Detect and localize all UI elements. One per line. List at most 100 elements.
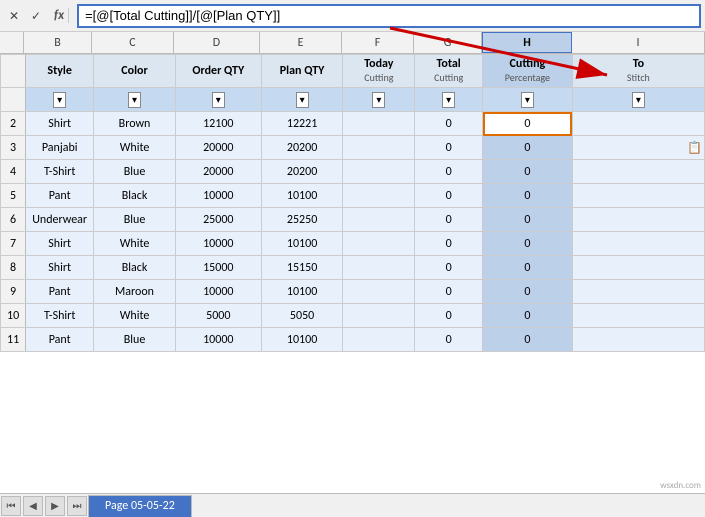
col-header-G[interactable]: G (414, 32, 482, 53)
cell-color[interactable]: Maroon (94, 280, 176, 304)
cell-order-qty[interactable]: 15000 (175, 256, 261, 280)
cell-color[interactable]: Brown (94, 112, 176, 136)
confirm-button[interactable]: ✓ (26, 6, 46, 26)
cell-total-cutting[interactable]: 0 (415, 280, 483, 304)
cell-color[interactable]: Blue (94, 208, 176, 232)
filter-style[interactable]: ▾ (26, 88, 94, 112)
col-header-B[interactable]: B (24, 32, 92, 53)
col-header-E[interactable]: E (260, 32, 342, 53)
col-header-C[interactable]: C (92, 32, 174, 53)
cell-plan-qty[interactable]: 10100 (261, 184, 343, 208)
cell-plan-qty[interactable]: 25250 (261, 208, 343, 232)
cancel-button[interactable]: ✕ (4, 6, 24, 26)
cell-cutting-pct[interactable]: 0 (483, 232, 573, 256)
cell-today-cutting[interactable] (343, 184, 415, 208)
cell-order-qty[interactable]: 10000 (175, 184, 261, 208)
cell-total-cutting[interactable]: 0 (415, 112, 483, 136)
cell-style[interactable]: Pant (26, 328, 94, 352)
cell-plan-qty[interactable]: 20200 (261, 160, 343, 184)
formula-input[interactable] (77, 4, 701, 28)
cell-to-stitch[interactable] (572, 184, 704, 208)
col-header-I[interactable]: I (572, 32, 705, 53)
cell-style[interactable]: Pant (26, 280, 94, 304)
col-header-D[interactable]: D (174, 32, 260, 53)
cell-today-cutting[interactable] (343, 256, 415, 280)
cell-today-cutting[interactable] (343, 232, 415, 256)
cell-to-stitch[interactable] (572, 112, 704, 136)
cell-plan-qty[interactable]: 12221 (261, 112, 343, 136)
cell-style[interactable]: T-Shirt (26, 304, 94, 328)
cell-color[interactable]: White (94, 136, 176, 160)
cell-style[interactable]: Shirt (26, 112, 94, 136)
cell-order-qty[interactable]: 10000 (175, 328, 261, 352)
cell-color[interactable]: Blue (94, 328, 176, 352)
filter-order-qty[interactable]: ▾ (175, 88, 261, 112)
cell-total-cutting[interactable]: 0 (415, 304, 483, 328)
cell-total-cutting[interactable]: 0 (415, 208, 483, 232)
cell-plan-qty[interactable]: 10100 (261, 280, 343, 304)
cell-total-cutting[interactable]: 0 (415, 256, 483, 280)
cell-to-stitch[interactable] (572, 208, 704, 232)
cell-today-cutting[interactable] (343, 160, 415, 184)
cell-color[interactable]: Black (94, 256, 176, 280)
cell-today-cutting[interactable] (343, 136, 415, 160)
cell-style[interactable]: Underwear (26, 208, 94, 232)
filter-total-cutting[interactable]: ▾ (415, 88, 483, 112)
cell-style[interactable]: Shirt (26, 232, 94, 256)
tab-nav-prev[interactable]: ◀ (23, 496, 43, 516)
col-header-F[interactable]: F (342, 32, 414, 53)
cell-style[interactable]: Shirt (26, 256, 94, 280)
cell-to-stitch[interactable] (572, 256, 704, 280)
cell-total-cutting[interactable]: 0 (415, 184, 483, 208)
cell-order-qty[interactable]: 10000 (175, 280, 261, 304)
cell-order-qty[interactable]: 25000 (175, 208, 261, 232)
cell-color[interactable]: Black (94, 184, 176, 208)
cell-today-cutting[interactable] (343, 304, 415, 328)
filter-today-cutting[interactable]: ▾ (343, 88, 415, 112)
cell-style[interactable]: T-Shirt (26, 160, 94, 184)
cell-plan-qty[interactable]: 10100 (261, 232, 343, 256)
cell-cutting-pct[interactable]: 0 (483, 280, 573, 304)
sheet-tab-active[interactable]: Page 05-05-22 (88, 495, 192, 517)
cell-cutting-pct[interactable]: 0 (483, 112, 573, 136)
cell-order-qty[interactable]: 10000 (175, 232, 261, 256)
cell-style[interactable]: Panjabi (26, 136, 94, 160)
cell-total-cutting[interactable]: 0 (415, 232, 483, 256)
cell-total-cutting[interactable]: 0 (415, 136, 483, 160)
cell-color[interactable]: Blue (94, 160, 176, 184)
filter-plan-qty[interactable]: ▾ (261, 88, 343, 112)
cell-to-stitch[interactable]: 📋 (572, 136, 704, 160)
cell-order-qty[interactable]: 20000 (175, 160, 261, 184)
col-header-H[interactable]: H (482, 32, 572, 53)
cell-today-cutting[interactable] (343, 280, 415, 304)
tab-nav-first[interactable]: ⏮ (1, 496, 21, 516)
cell-plan-qty[interactable]: 5050 (261, 304, 343, 328)
cell-to-stitch[interactable] (572, 304, 704, 328)
cell-cutting-pct[interactable]: 0 (483, 328, 573, 352)
cell-to-stitch[interactable] (572, 280, 704, 304)
cell-plan-qty[interactable]: 15150 (261, 256, 343, 280)
filter-color[interactable]: ▾ (94, 88, 176, 112)
cell-order-qty[interactable]: 20000 (175, 136, 261, 160)
tab-nav-last[interactable]: ⏭ (67, 496, 87, 516)
cell-cutting-pct[interactable]: 0 (483, 136, 573, 160)
filter-to-stitch[interactable]: ▾ (572, 88, 704, 112)
cell-total-cutting[interactable]: 0 (415, 160, 483, 184)
cell-to-stitch[interactable] (572, 328, 704, 352)
cell-total-cutting[interactable]: 0 (415, 328, 483, 352)
tab-nav-next[interactable]: ▶ (45, 496, 65, 516)
cell-cutting-pct[interactable]: 0 (483, 208, 573, 232)
cell-style[interactable]: Pant (26, 184, 94, 208)
cell-plan-qty[interactable]: 10100 (261, 328, 343, 352)
cell-cutting-pct[interactable]: 0 (483, 160, 573, 184)
cell-to-stitch[interactable] (572, 160, 704, 184)
cell-color[interactable]: White (94, 232, 176, 256)
cell-cutting-pct[interactable]: 0 (483, 256, 573, 280)
cell-cutting-pct[interactable]: 0 (483, 304, 573, 328)
cell-today-cutting[interactable] (343, 328, 415, 352)
cell-today-cutting[interactable] (343, 112, 415, 136)
filter-cutting-pct[interactable]: ▾ (483, 88, 573, 112)
cell-order-qty[interactable]: 12100 (175, 112, 261, 136)
cell-color[interactable]: White (94, 304, 176, 328)
cell-to-stitch[interactable] (572, 232, 704, 256)
